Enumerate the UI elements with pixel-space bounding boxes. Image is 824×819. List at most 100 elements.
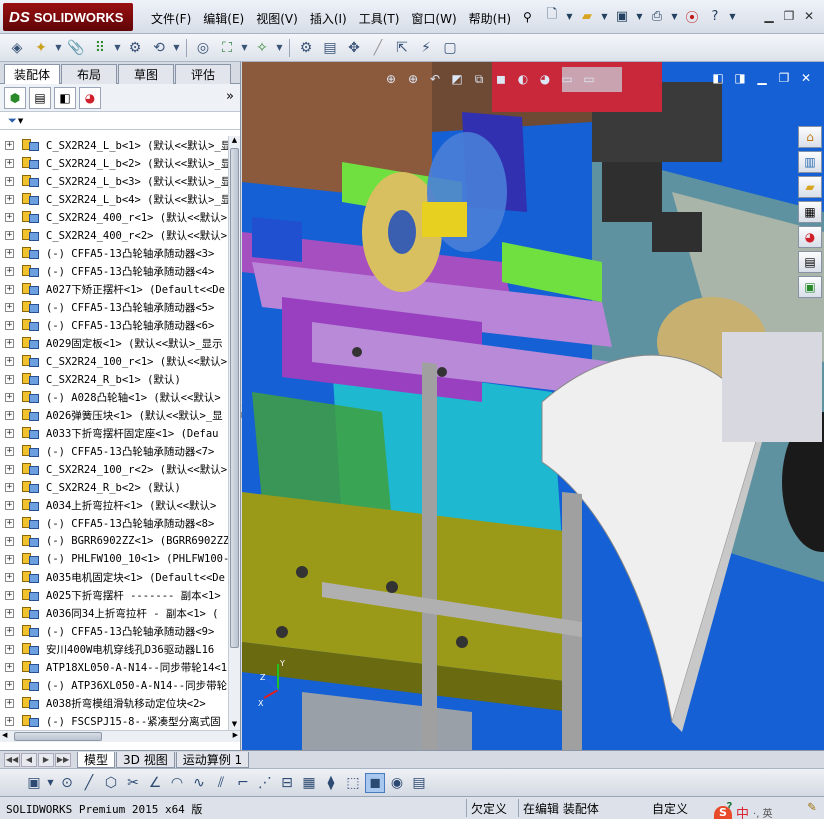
next-tab-icon[interactable]: ▶ xyxy=(38,752,54,767)
viewport-next-icon[interactable]: ◨ xyxy=(732,70,748,86)
assembly-model-render[interactable] xyxy=(242,62,824,750)
scroll-up-icon[interactable]: ▲ xyxy=(230,136,239,146)
reference-geometry-icon[interactable]: ✧ xyxy=(251,37,273,59)
solidworks-logo[interactable]: DS SOLIDWORKS xyxy=(3,3,133,31)
explode-line-sketch-icon[interactable]: ╱ xyxy=(367,37,389,59)
feature-tree-item[interactable]: + A038折弯模组滑轨移动定位块<2> xyxy=(0,694,228,712)
ime-toolbar[interactable]: S 中 ·, 英 xyxy=(714,806,824,819)
assembly-features-dropdown-icon[interactable]: ▼ xyxy=(240,37,249,59)
graphics-area[interactable]: ⊕ ⊕ ↶ ◩ ⧉ ◼ ◐ ◕ ▭ ▭ ◧ ◨ ▁ ❐ ✕ ⌂ ▥ ▰ ▦ ◕ … xyxy=(242,62,824,750)
feature-tree-item[interactable]: + (-) CFFA5-13凸轮轴承随动器<8> xyxy=(0,514,228,532)
instant3d-icon[interactable]: ⇱ xyxy=(391,37,413,59)
feature-tree-item[interactable]: + A035电机固定块<1> (Default<<De xyxy=(0,568,228,586)
section-view-icon[interactable]: ◩ xyxy=(448,70,466,88)
prev-tab-icon[interactable]: ◀ xyxy=(21,752,37,767)
exploded-view-icon[interactable]: ✥ xyxy=(343,37,365,59)
status-units-custom[interactable]: 自定义 xyxy=(648,799,712,817)
angle-icon[interactable]: ∠ xyxy=(145,773,165,793)
update-speedpak-icon[interactable]: ⚡ xyxy=(415,37,437,59)
filter-dropdown-icon[interactable]: ▼ xyxy=(18,117,23,125)
menu-view[interactable]: 视图(V) xyxy=(250,8,304,29)
corner-icon[interactable]: ⌐ xyxy=(233,773,253,793)
tree-vertical-scrollbar[interactable]: ▲ ▼ xyxy=(228,136,240,730)
expand-plus-icon[interactable]: + xyxy=(5,140,14,150)
tab-sketch[interactable]: 草图 xyxy=(118,64,174,84)
feature-tree-item[interactable]: + A034上折弯拉杆<1> (默认<<默认> xyxy=(0,496,228,514)
feature-tree-item[interactable]: + C_SX2R24_100_r<1> (默认<<默认> xyxy=(0,352,228,370)
viewport-previous-icon[interactable]: ◧ xyxy=(710,70,726,86)
viewport-minimize-icon[interactable]: ▁ xyxy=(754,70,770,86)
feature-tree-item[interactable]: + A029固定板<1> (默认<<默认>_显示 xyxy=(0,334,228,352)
configuration-manager-icon[interactable]: ◧ xyxy=(54,86,76,109)
expand-plus-icon[interactable]: + xyxy=(5,410,14,420)
open-folder-icon[interactable]: ▰ xyxy=(577,6,597,26)
tab-3d-views[interactable]: 3D 视图 xyxy=(116,751,175,768)
scroll-left-icon[interactable]: ◀ xyxy=(2,731,7,739)
solidworks-forum-icon[interactable]: ▣ xyxy=(798,276,822,298)
open-dropdown-icon[interactable]: ▼ xyxy=(600,6,609,26)
tab-motion-study-1[interactable]: 运动算例 1 xyxy=(175,751,250,768)
feature-tree-item[interactable]: + (-) CFFA5-13凸轮轴承随动器<4> xyxy=(0,262,228,280)
scroll-down-icon[interactable]: ▼ xyxy=(230,720,239,730)
feature-tree-item[interactable]: + C_SX2R24_100_r<2> (默认<<默认> xyxy=(0,460,228,478)
expand-tabs-chevron-icon[interactable]: » xyxy=(226,89,234,104)
expand-plus-icon[interactable]: + xyxy=(5,374,14,384)
menu-window[interactable]: 窗口(W) xyxy=(405,8,462,29)
table-icon[interactable]: ▤ xyxy=(409,773,429,793)
expand-plus-icon[interactable]: + xyxy=(5,698,14,708)
display-manager-icon[interactable]: ◕ xyxy=(79,86,101,109)
expand-plus-icon[interactable]: + xyxy=(5,176,14,186)
feature-tree-item[interactable]: + C_SX2R24_L_b<2> (默认<<默认>_显 xyxy=(0,154,228,172)
scroll-right-icon[interactable]: ▶ xyxy=(233,731,238,739)
pattern-dropdown-icon[interactable]: ▼ xyxy=(113,37,122,59)
expand-plus-icon[interactable]: + xyxy=(5,644,14,654)
reference-geometry-dropdown-icon[interactable]: ▼ xyxy=(275,37,284,59)
expand-plus-icon[interactable]: + xyxy=(5,572,14,582)
minimize-icon[interactable]: ▁ xyxy=(760,8,778,24)
zoom-to-area-icon[interactable]: ⊕ xyxy=(404,70,422,88)
solidworks-resources-home-icon[interactable]: ⌂ xyxy=(798,126,822,148)
feature-tree-item[interactable]: + A025下折弯摆杆 ------- 副本<1> xyxy=(0,586,228,604)
feature-tree-item[interactable]: + (-) A028凸轮轴<1> (默认<<默认> xyxy=(0,388,228,406)
construction-icon[interactable]: ⋰ xyxy=(255,773,275,793)
move-component-icon[interactable]: ⟲ xyxy=(148,37,170,59)
menu-insert[interactable]: 插入(I) xyxy=(304,8,353,29)
save-icon[interactable]: ▣ xyxy=(24,773,44,793)
feature-tree-item[interactable]: + (-) CFFA5-13凸轮轴承随动器<6> xyxy=(0,316,228,334)
move-dropdown-icon[interactable]: ▼ xyxy=(172,37,181,59)
tab-model[interactable]: 模型 xyxy=(77,751,116,768)
expand-plus-icon[interactable]: + xyxy=(5,302,14,312)
expand-plus-icon[interactable]: + xyxy=(5,608,14,618)
new-motion-study-icon[interactable]: ⚙ xyxy=(295,37,317,59)
point-icon[interactable]: ⊙ xyxy=(57,773,77,793)
expand-plus-icon[interactable]: + xyxy=(5,392,14,402)
expand-plus-icon[interactable]: + xyxy=(5,428,14,438)
feature-tree-item[interactable]: + (-) BGRR6902ZZ<1> (BGRR6902ZZ) xyxy=(0,532,228,550)
feature-tree-item[interactable]: + (-) FSCSPJ15-8--紧凑型分离式固 xyxy=(0,712,228,730)
wireframe-cube-icon[interactable]: ⬚ xyxy=(343,773,363,793)
polygon-icon[interactable]: ⬡ xyxy=(101,773,121,793)
rebuild-traffic-light-icon[interactable]: ⦿ xyxy=(682,6,702,26)
property-manager-icon[interactable]: ▤ xyxy=(29,86,51,109)
linear-pattern-icon[interactable]: ⠿ xyxy=(89,37,111,59)
expand-plus-icon[interactable]: + xyxy=(5,320,14,330)
feature-tree-item[interactable]: + (-) CFFA5-13凸轮轴承随动器<3> xyxy=(0,244,228,262)
expand-plus-icon[interactable]: + xyxy=(5,662,14,672)
appearances-scenes-icon[interactable]: ◕ xyxy=(798,226,822,248)
bill-of-materials-icon[interactable]: ▤ xyxy=(319,37,341,59)
mate-icon[interactable]: 📎 xyxy=(65,37,87,59)
file-explorer-icon[interactable]: ▰ xyxy=(798,176,822,198)
last-tab-icon[interactable]: ▶▶ xyxy=(55,752,71,767)
tab-assembly[interactable]: 装配体 xyxy=(4,64,60,84)
feature-tree-item[interactable]: + (-) CFFA5-13凸轮轴承随动器<9> xyxy=(0,622,228,640)
feature-tree-item[interactable]: + (-) ATP36XL050-A-N14--同步带轮 xyxy=(0,676,228,694)
expand-plus-icon[interactable]: + xyxy=(5,626,14,636)
help-icon[interactable]: ? xyxy=(705,6,725,26)
shaded-cube-icon[interactable]: ◼ xyxy=(365,772,385,793)
insert-components-dropdown-icon[interactable]: ▼ xyxy=(54,37,63,59)
expand-plus-icon[interactable]: + xyxy=(5,230,14,240)
feature-tree-item[interactable]: + C_SX2R24_R_b<2> (默认) xyxy=(0,478,228,496)
feature-tree-item[interactable]: + C_SX2R24_400_r<1> (默认<<默认> xyxy=(0,208,228,226)
feature-tree-item[interactable]: + 安川400W电机穿线孔D36驱动器L16 xyxy=(0,640,228,658)
save-icon[interactable]: ▣ xyxy=(612,6,632,26)
